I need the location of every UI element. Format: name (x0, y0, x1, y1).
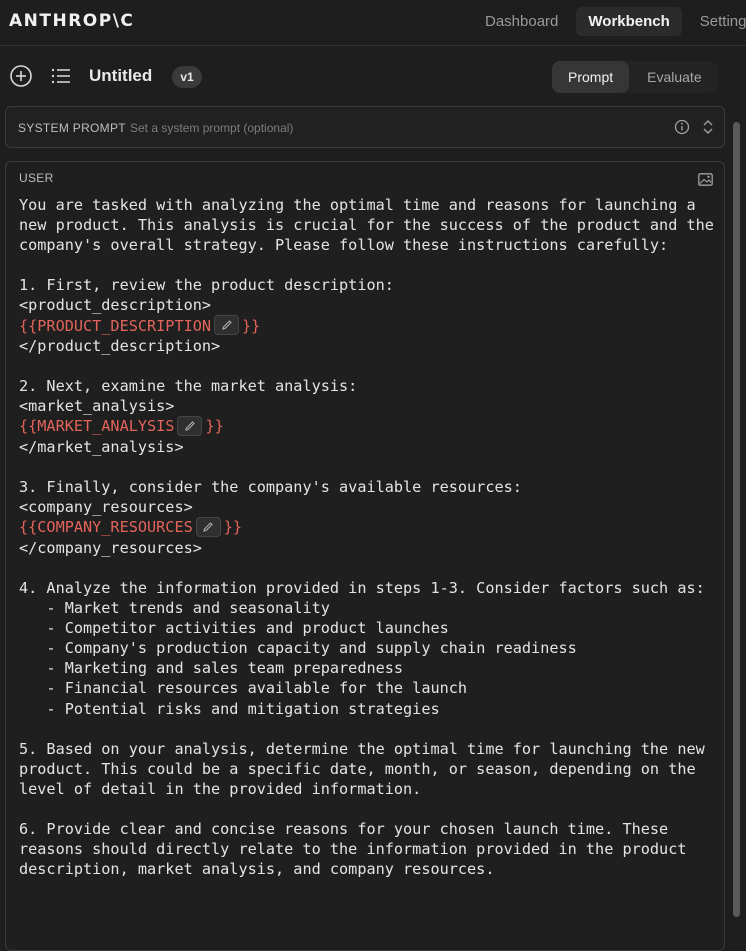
prompt-title[interactable]: Untitled (89, 66, 152, 86)
user-message-box[interactable]: USER You are tasked with analyzing the o… (5, 161, 725, 951)
factor-item: - Company's production capacity and supp… (19, 639, 577, 658)
edit-product-description-button[interactable] (214, 315, 240, 336)
nav-settings[interactable]: Settings (688, 7, 746, 36)
factor-item: - Potential risks and mitigation strateg… (19, 699, 440, 718)
system-prompt-box[interactable]: SYSTEM PROMPT Set a system prompt (optio… (5, 106, 725, 148)
list-icon (51, 68, 70, 84)
pencil-icon (221, 320, 232, 330)
resources-variable-suffix: }} (223, 518, 243, 537)
new-prompt-button[interactable] (7, 62, 35, 90)
edit-company-resources-button[interactable] (195, 516, 221, 537)
edit-market-analysis-button[interactable] (177, 415, 203, 436)
tab-evaluate[interactable]: Evaluate (631, 61, 717, 93)
step-5-text: 5. Based on your analysis, determine the… (19, 739, 714, 798)
market-close-tag: </market_analysis> (19, 437, 184, 456)
factor-item: - Market trends and seasonality (19, 599, 330, 618)
resources-open-tag: <company_resources> (19, 498, 193, 517)
system-prompt-label: SYSTEM PROMPT (18, 121, 126, 135)
step-6-text: 6. Provide clear and concise reasons for… (19, 820, 696, 879)
resources-close-tag: </company_resources> (19, 538, 202, 557)
product-description-variable: {{PRODUCT_DESCRIPTION (19, 316, 212, 335)
company-resources-variable: {{COMPANY_RESOURCES (19, 518, 193, 537)
factor-item: - Competitor activities and product laun… (19, 619, 449, 638)
main-nav: Dashboard Workbench Settings (473, 7, 746, 36)
market-variable-suffix: }} (205, 417, 224, 436)
step-2-text: 2. Next, examine the market analysis: (19, 377, 358, 396)
factor-item: - Financial resources available for the … (19, 679, 468, 698)
prompt-list-button[interactable] (47, 62, 75, 90)
top-bar: ANTHROP\C Dashboard Workbench Settings (0, 0, 746, 46)
scrollbar[interactable] (733, 122, 740, 917)
anthropic-logo[interactable]: ANTHROP\C (9, 11, 134, 31)
version-badge[interactable]: v1 (172, 66, 202, 88)
nav-workbench[interactable]: Workbench (576, 7, 682, 36)
user-message-text[interactable]: You are tasked with analyzing the optima… (19, 195, 714, 879)
info-icon[interactable] (674, 119, 690, 135)
system-prompt-input[interactable]: Set a system prompt (optional) (130, 121, 293, 135)
pencil-icon (185, 421, 195, 431)
workbench-toolbar: Untitled v1 Prompt Evaluate (0, 46, 746, 106)
nav-dashboard[interactable]: Dashboard (473, 7, 570, 36)
market-analysis-variable: {{MARKET_ANALYSIS (19, 417, 175, 436)
product-variable-suffix: }} (242, 316, 261, 335)
chevron-updown-icon[interactable] (702, 118, 714, 136)
product-open-tag: <product_description> (19, 296, 212, 315)
factor-item: - Marketing and sales team preparedness (19, 659, 404, 678)
user-message-label: USER (19, 171, 54, 185)
pencil-icon (203, 522, 214, 532)
market-open-tag: <market_analysis> (19, 397, 175, 416)
step-4-text: 4. Analyze the information provided in s… (19, 579, 705, 597)
image-icon[interactable] (698, 173, 713, 186)
intro-text: You are tasked with analyzing the optima… (19, 196, 724, 255)
step-3-text: 3. Finally, consider the company's avail… (19, 478, 522, 497)
plus-circle-icon (10, 65, 32, 87)
step-1-text: 1. First, review the product description… (19, 276, 394, 295)
product-close-tag: </product_description> (19, 337, 221, 356)
mode-switch: Prompt Evaluate (552, 61, 718, 93)
tab-prompt[interactable]: Prompt (552, 61, 630, 93)
